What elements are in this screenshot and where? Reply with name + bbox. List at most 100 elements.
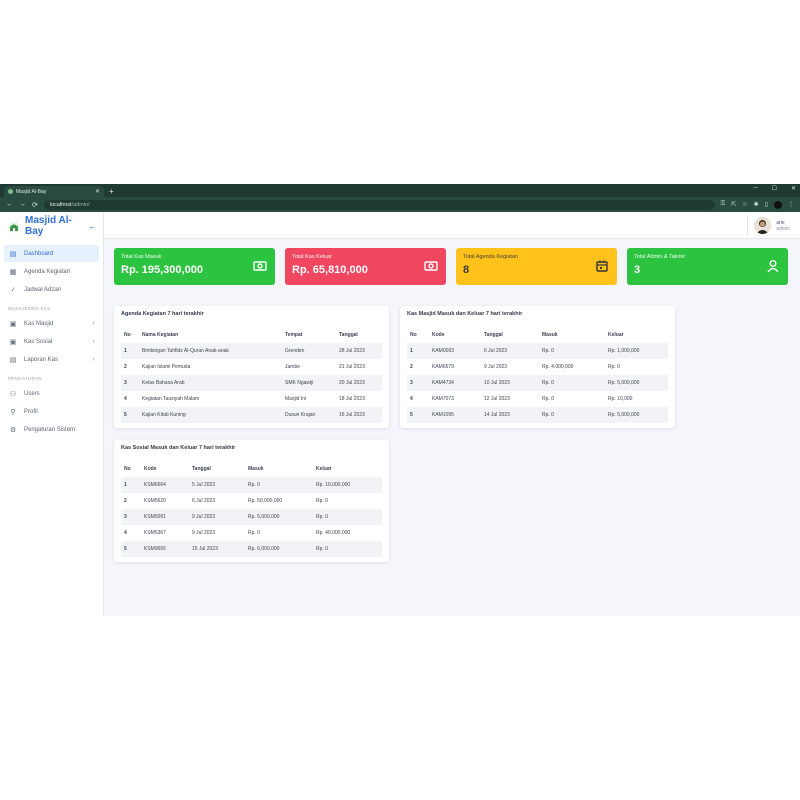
- sidebar: Masjid Al-Bay ← ▤ Dashboard ▦ Agenda Keg…: [0, 212, 104, 616]
- cell-masuk: Rp. 0: [539, 407, 605, 423]
- profile-icon[interactable]: [774, 200, 782, 209]
- cell-keluar: Rp. 40,000,000: [316, 530, 351, 536]
- cell-tempat: Masjid Ini: [285, 396, 307, 402]
- browser-tab-bar: Masjid Al-Bay ✕ + ─ ☐ ✕: [0, 184, 800, 197]
- cell-no: 2: [124, 364, 127, 370]
- table-row[interactable]: 3 KAM4734 10 Jul 2023 Rp. 0 Rp. 5,000,000: [407, 375, 668, 391]
- brand-name: Masjid Al-Bay: [25, 215, 72, 237]
- sidebar-item-jadwal-adzan[interactable]: ♪ Jadwal Adzan: [4, 281, 99, 298]
- nav-pengaturan: ⚇ Users ⚲ Profil ⚙ Pengaturan Sistem: [0, 385, 103, 438]
- cell-keluar: Rp. 0: [313, 541, 382, 557]
- cell-no: 5: [121, 407, 139, 423]
- users-icon: ⚇: [9, 390, 17, 398]
- cell-masuk: Rp. 5,000,000: [245, 509, 313, 525]
- collapse-sidebar-icon[interactable]: ←: [88, 221, 97, 231]
- table-header-row: No Nama Kegiatan Tempat Tanggal: [121, 327, 382, 343]
- share-icon[interactable]: ⇱: [731, 201, 736, 208]
- cell-tanggal: 10 Jul 2023: [481, 375, 539, 391]
- menu-dots-icon[interactable]: ⋮: [788, 201, 794, 208]
- sidepanel-icon[interactable]: ▯: [765, 201, 768, 208]
- table-header: Kode: [432, 332, 445, 338]
- table-row[interactable]: 5 KAM1095 14 Jul 2023 Rp. 0 Rp. 5,000,000: [407, 407, 668, 423]
- table-row[interactable]: 5 KSM9656 15 Jul 2023 Rp. 6,000,000 Rp. 0: [121, 541, 382, 557]
- maximize-icon[interactable]: ☐: [772, 185, 777, 192]
- window-controls: ─ ☐ ✕: [753, 185, 796, 192]
- cell-no: 1: [407, 343, 429, 359]
- cell-kode: KAM6679: [432, 364, 454, 370]
- sidebar-item-agenda-kegiatan[interactable]: ▦ Agenda Kegiatan: [4, 263, 99, 280]
- sidebar-item-label: Users: [24, 390, 40, 397]
- panel-title: Agenda Kegiatan 7 hari terakhir: [121, 311, 204, 317]
- cell-kode: KSM9656: [141, 541, 189, 557]
- cell-masuk: Rp. 0: [248, 530, 260, 536]
- sidebar-item-label: Agenda Kegiatan: [24, 268, 71, 275]
- stat-cards: Total Kas Masuk Rp. 195,300,000 Total Ka…: [114, 248, 788, 285]
- cell-no: 3: [121, 375, 139, 391]
- table-header: Tanggal: [484, 332, 503, 338]
- table-row[interactable]: 4 Kegiatan Tausiyah Malam Masjid Ini 18 Jul…: [121, 391, 382, 407]
- table-row[interactable]: 3 KSM5091 9 Jul 2023 Rp. 5,000,000 Rp. 0: [121, 509, 382, 525]
- table-row[interactable]: 4 KSM5367 9 Jul 2023 Rp. 0 Rp. 40,000,000: [121, 525, 382, 541]
- cell-nama: Kegiatan Tausiyah Malam: [142, 396, 200, 402]
- forward-icon[interactable]: →: [19, 201, 26, 208]
- url-field[interactable]: localhost/admin/: [43, 199, 715, 210]
- calendar-icon: [596, 260, 608, 272]
- sidebar-item-pengaturan-sistem[interactable]: ⚙ Pengaturan Sistem: [4, 421, 99, 438]
- panel-agenda-kegiatan: Agenda Kegiatan 7 hari terakhir No Nama …: [114, 306, 389, 428]
- table-header-row: No Kode Tanggal Masuk Keluar: [121, 461, 382, 477]
- star-icon[interactable]: ☆: [742, 201, 747, 208]
- table-row[interactable]: 2 Kajian Islami Pemuda Jambe 21 Jul 2023: [121, 359, 382, 375]
- sidebar-item-users[interactable]: ⚇ Users: [4, 385, 99, 402]
- card-value: Rp. 195,300,000: [121, 264, 203, 276]
- sidebar-item-kas-masjid[interactable]: ▣ Kas Masjid ‹: [4, 315, 99, 332]
- sidebar-item-laporan-kas[interactable]: ▤ Laporan Kas ‹: [4, 351, 99, 368]
- reload-icon[interactable]: ⟳: [32, 201, 38, 209]
- puzzle-icon[interactable]: ✱: [754, 201, 759, 208]
- sidebar-item-profil[interactable]: ⚲ Profil: [4, 403, 99, 420]
- new-tab-icon[interactable]: +: [109, 186, 114, 197]
- gear-icon: ⚙: [9, 426, 17, 434]
- table-row[interactable]: 1 KAM0093 6 Jul 2023 Rp. 0 Rp. 1,000,000: [407, 343, 668, 359]
- table-row[interactable]: 2 KSM5620 6 Jul 2023 Rp. 50,000,000 Rp. 0: [121, 493, 382, 509]
- cell-kode: KSM5367: [144, 530, 166, 536]
- cell-no: 3: [121, 509, 141, 525]
- sidebar-item-label: Kas Sosial: [24, 338, 53, 345]
- cell-tanggal: 6 Jul 2023: [192, 498, 216, 504]
- cell-kode: KAM1095: [429, 407, 481, 423]
- table-row[interactable]: 1 KSM6664 5 Jul 2023 Rp. 0 Rp. 10,000,000: [121, 477, 382, 493]
- cash-icon: ▣: [9, 320, 17, 328]
- table-row[interactable]: 2 KAM6679 9 Jul 2023 Rp. 4,000,000 Rp. 0: [407, 359, 668, 375]
- cell-tanggal: 5 Jul 2023: [189, 477, 245, 493]
- cell-keluar: Rp. 5,000,000: [605, 375, 668, 391]
- panel-kas-masjid: Kas Masjid Masuk dan Keluar 7 hari terak…: [400, 306, 675, 428]
- kas-masjid-table: No Kode Tanggal Masuk Keluar 1 KAM0093 6 J…: [407, 327, 668, 423]
- table-row[interactable]: 1 Bimbingan Tahfidz Al-Quran Anak-anak Gre…: [121, 343, 382, 359]
- card-value: 8: [463, 264, 470, 276]
- close-window-icon[interactable]: ✕: [791, 185, 796, 192]
- sidebar-item-dashboard[interactable]: ▤ Dashboard: [4, 245, 99, 262]
- browser-tab[interactable]: Masjid Al-Bay ✕: [4, 186, 104, 197]
- minimize-icon[interactable]: ─: [753, 185, 757, 192]
- cash-icon: ▣: [9, 338, 17, 346]
- user-icon: [767, 260, 779, 273]
- key-icon[interactable]: ⚿: [721, 201, 726, 208]
- cell-masuk: Rp. 4,000,000: [542, 364, 574, 370]
- cell-tanggal: 28 Jul 2023: [336, 343, 382, 359]
- table-row[interactable]: 3 Kelas Bahasa Arab SMK Ngawiji 20 Jul 2023: [121, 375, 382, 391]
- cell-tanggal: 12 Jul 2023: [484, 396, 510, 402]
- cell-no: 4: [410, 396, 413, 402]
- cell-keluar: Rp. 10,000: [608, 396, 633, 402]
- user-menu[interactable]: arie admin: [747, 215, 790, 236]
- cell-tanggal: 15 Jul 2023: [189, 541, 245, 557]
- close-tab-icon[interactable]: ✕: [95, 188, 100, 195]
- sidebar-item-kas-sosial[interactable]: ▣ Kas Sosial ‹: [4, 333, 99, 350]
- main-content: arie admin Total Kas Masuk Rp. 195,300,0…: [104, 212, 800, 616]
- back-icon[interactable]: ←: [6, 201, 13, 208]
- table-row[interactable]: 5 Kajian Kitab Kuning Dusun Krajan 16 Jul 2…: [121, 407, 382, 423]
- favicon-icon: [8, 189, 13, 194]
- table-row[interactable]: 4 KAM7073 12 Jul 2023 Rp. 0 Rp. 10,000: [407, 391, 668, 407]
- cell-keluar: Rp. 10,000,000: [313, 477, 382, 493]
- cell-masuk: Rp. 0: [245, 477, 313, 493]
- table-header: No: [124, 332, 131, 338]
- card-label: Total Kas Keluar: [292, 254, 333, 260]
